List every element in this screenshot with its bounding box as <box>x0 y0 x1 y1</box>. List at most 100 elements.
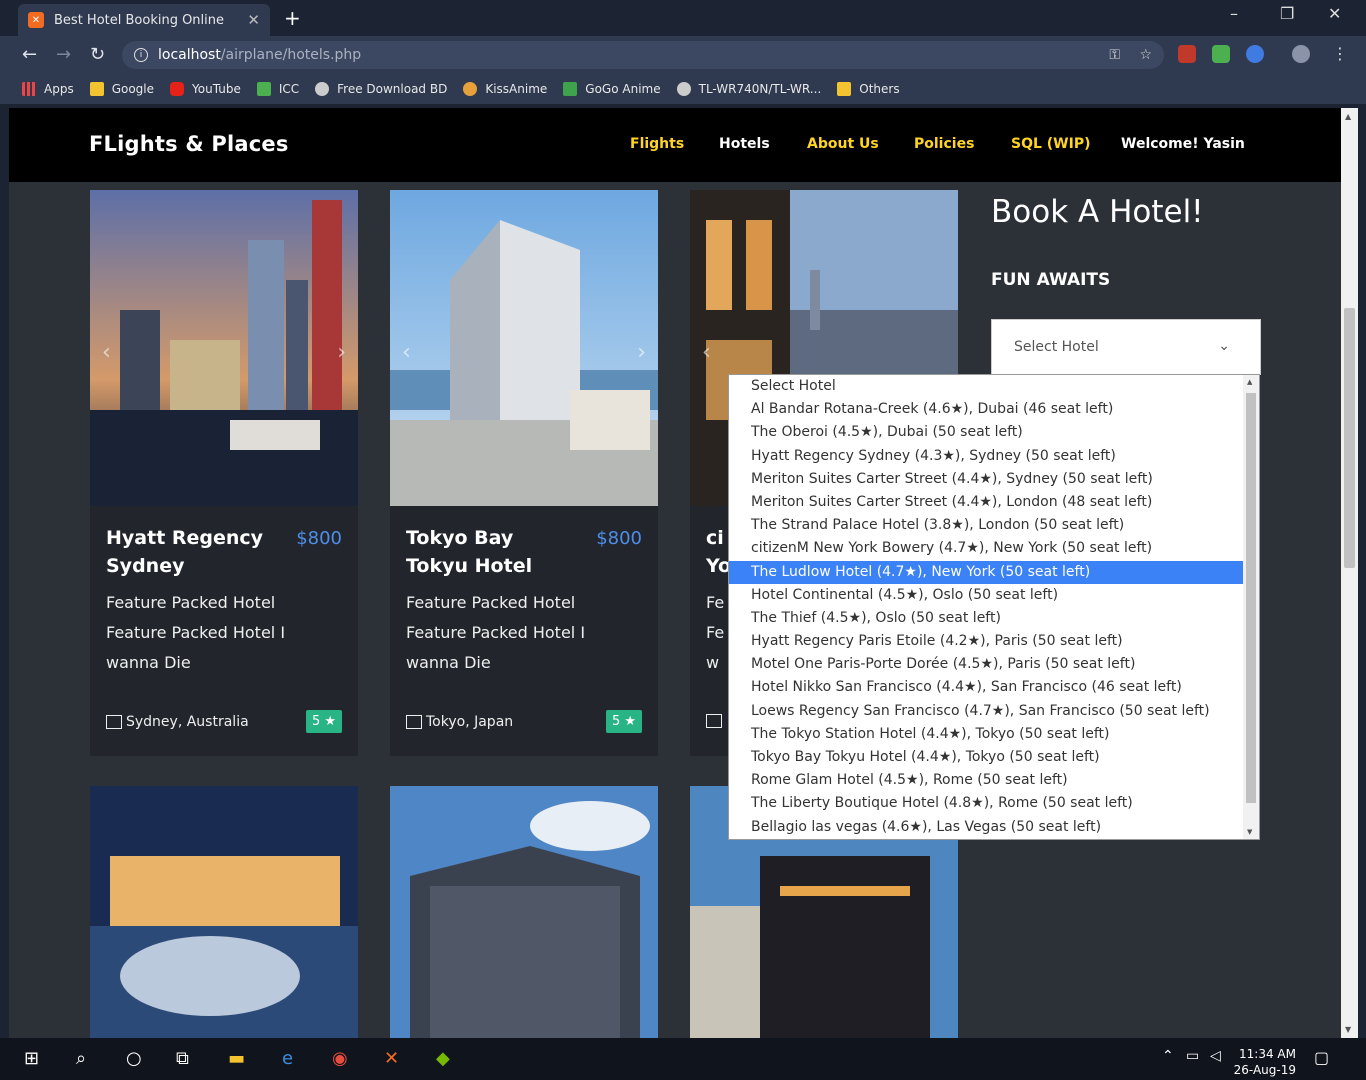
bookmark-gogoanime[interactable]: GoGo Anime <box>563 82 661 96</box>
close-window-icon[interactable]: ✕ <box>1328 4 1341 23</box>
scrollbar-thumb[interactable] <box>1344 308 1355 568</box>
pdf-extension-icon[interactable] <box>1178 45 1196 63</box>
dropdown-scrollbar-thumb[interactable] <box>1246 393 1256 803</box>
scroll-up-icon[interactable]: ▲ <box>1345 112 1351 121</box>
page-subtitle: FUN AWAITS <box>991 270 1111 290</box>
address-bar[interactable]: i localhost/airplane/hotels.php ⚿ ☆ <box>122 41 1164 69</box>
clock[interactable]: 11:34 AM 26-Aug-19 <box>1232 1046 1296 1078</box>
hotel-select[interactable]: Select Hotel ⌄ <box>991 319 1261 375</box>
carousel-prev-icon[interactable]: ‹ <box>702 340 711 365</box>
dropdown-option[interactable]: Hyatt Regency Sydney (4.3★), Sydney (50 … <box>729 445 1243 468</box>
search-icon[interactable]: ⌕ <box>76 1048 86 1069</box>
desc-fragment: w <box>706 653 720 672</box>
file-explorer-icon[interactable]: ▬ <box>228 1048 245 1069</box>
menu-dots-icon[interactable]: ⋮ <box>1332 44 1348 63</box>
nav-hotels[interactable]: Hotels <box>719 136 770 152</box>
minimize-icon[interactable]: – <box>1230 4 1238 23</box>
dropdown-option[interactable]: Al Bandar Rotana-Creek (4.6★), Dubai (46… <box>729 398 1243 421</box>
bookmark-icc[interactable]: ICC <box>256 82 299 96</box>
dropdown-option[interactable]: The Tokyo Station Hotel (4.4★), Tokyo (5… <box>729 723 1243 746</box>
new-tab-button[interactable]: + <box>284 6 301 30</box>
location-text: Sydney, Australia <box>126 714 249 730</box>
bookmark-free-download[interactable]: Free Download BD <box>315 82 447 96</box>
carousel-prev-icon[interactable]: ‹ <box>102 340 111 365</box>
sydney-skyline-image <box>90 190 358 506</box>
location-text: Tokyo, Japan <box>426 714 514 730</box>
hotel-price: $800 <box>296 528 342 549</box>
page-scrollbar[interactable]: ▲ ▼ <box>1341 108 1358 1038</box>
forward-arrow-icon[interactable]: → <box>56 44 71 65</box>
hotel-dropdown-list[interactable]: Select Hotel Al Bandar Rotana-Creek (4.6★… <box>728 374 1260 840</box>
dropdown-option[interactable]: Meriton Suites Carter Street (4.4★), Syd… <box>729 468 1243 491</box>
dropdown-option[interactable]: The Ludlow Hotel (4.7★), New York (50 se… <box>729 560 1243 584</box>
dropdown-option[interactable]: The Strand Palace Hotel (3.8★), London (… <box>729 514 1243 537</box>
xampp-icon[interactable]: ✕ <box>384 1048 399 1069</box>
dropdown-option[interactable]: Hyatt Regency Paris Etoile (4.2★), Paris… <box>729 630 1243 653</box>
dropdown-option[interactable]: Hotel Continental (4.5★), Oslo (50 seat … <box>729 584 1243 607</box>
carousel-next-icon[interactable]: › <box>637 340 646 365</box>
dropdown-option[interactable]: Bellagio las vegas (4.6★), Las Vegas (50… <box>729 816 1243 839</box>
gogoanime-icon <box>563 82 578 96</box>
scroll-down-icon[interactable]: ▼ <box>1247 828 1252 836</box>
nav-flights[interactable]: Flights <box>630 136 684 152</box>
site-brand[interactable]: FLights & Places <box>89 132 289 156</box>
dropdown-option[interactable]: Loews Regency San Francisco (4.7★), San … <box>729 700 1243 723</box>
nav-sql[interactable]: SQL (WIP) <box>1011 136 1091 152</box>
bookmark-kissanime[interactable]: KissAnime <box>463 82 547 96</box>
extension-c-icon[interactable] <box>1246 45 1264 63</box>
folder-icon <box>837 82 852 96</box>
profile-avatar[interactable] <box>1292 45 1310 63</box>
hotel-card: ‹ › Hyatt Regency Sydney $800 Feature Pa… <box>90 190 358 756</box>
chrome-icon[interactable]: ◉ <box>332 1048 348 1069</box>
volume-icon[interactable]: ◁ <box>1210 1048 1221 1064</box>
nav-policies[interactable]: Policies <box>914 136 974 152</box>
back-arrow-icon[interactable]: ← <box>22 44 37 65</box>
bookmark-star-icon[interactable]: ☆ <box>1139 47 1152 63</box>
notifications-icon[interactable]: ▢ <box>1314 1048 1329 1067</box>
windows-start-icon[interactable]: ⊞ <box>24 1048 39 1069</box>
browser-tab[interactable]: ✕ Best Hotel Booking Online ✕ <box>18 4 270 36</box>
bookmark-router[interactable]: TL-WR740N/TL-WR... <box>676 82 821 96</box>
nav-about-us[interactable]: About Us <box>807 136 879 152</box>
cortana-icon[interactable]: ○ <box>126 1048 142 1069</box>
desc-fragment: Fe <box>706 623 725 642</box>
info-icon[interactable]: i <box>134 48 148 62</box>
task-view-icon[interactable]: ⧉ <box>176 1048 189 1069</box>
carousel-prev-icon[interactable]: ‹ <box>402 340 411 365</box>
edge-icon[interactable]: e <box>282 1048 293 1069</box>
network-icon[interactable]: ▭ <box>1186 1048 1199 1064</box>
reload-icon[interactable]: ↻ <box>90 44 105 65</box>
nvidia-icon[interactable]: ◆ <box>436 1048 450 1069</box>
rating-badge: 5 ★ <box>305 710 342 733</box>
close-tab-icon[interactable]: ✕ <box>247 11 260 29</box>
key-icon[interactable]: ⚿ <box>1109 47 1120 63</box>
bookmark-youtube[interactable]: YouTube <box>170 82 241 96</box>
dropdown-option[interactable]: Tokyo Bay Tokyu Hotel (4.4★), Tokyo (50 … <box>729 746 1243 769</box>
dropdown-option[interactable]: Motel One Paris-Porte Dorée (4.5★), Pari… <box>729 653 1243 676</box>
dropdown-option[interactable]: The Liberty Boutique Hotel (4.8★), Rome … <box>729 792 1243 815</box>
bookmark-google[interactable]: Google <box>89 82 154 96</box>
dropdown-option[interactable]: citizenM New York Bowery (4.7★), New Yor… <box>729 537 1243 560</box>
chevron-down-icon: ⌄ <box>1218 338 1230 354</box>
scroll-down-icon[interactable]: ▼ <box>1345 1025 1351 1034</box>
desc-fragment: Fe <box>706 593 725 612</box>
carousel-next-icon[interactable]: › <box>337 340 346 365</box>
restore-icon[interactable]: ❐ <box>1280 4 1294 23</box>
dropdown-option[interactable]: Rome Glam Hotel (4.5★), Rome (50 seat le… <box>729 769 1243 792</box>
bookmark-apps[interactable]: Apps <box>22 82 74 96</box>
bookmark-label: Free Download BD <box>337 82 448 96</box>
dropdown-option[interactable]: Hotel Nikko San Francisco (4.4★), San Fr… <box>729 676 1243 699</box>
dropdown-option[interactable]: Select Hotel <box>729 375 1243 398</box>
extension-icon[interactable] <box>1212 45 1230 63</box>
scroll-up-icon[interactable]: ▲ <box>1247 378 1252 386</box>
hotel-location <box>706 714 726 728</box>
window-border <box>1358 108 1366 1038</box>
dropdown-option[interactable]: Meriton Suites Carter Street (4.4★), Lon… <box>729 491 1243 514</box>
dropdown-option[interactable]: The Thief (4.5★), Oslo (50 seat left) <box>729 607 1243 630</box>
bookmark-others[interactable]: Others <box>837 82 900 96</box>
dropdown-scrollbar[interactable]: ▲ ▼ <box>1243 375 1259 839</box>
tray-chevron-icon[interactable]: ⌃ <box>1162 1048 1174 1064</box>
dropdown-option[interactable]: The Oberoi (4.5★), Dubai (50 seat left) <box>729 421 1243 444</box>
nav-welcome-user[interactable]: Welcome! Yasin <box>1121 136 1245 152</box>
tokyo-hotel-image <box>390 190 658 506</box>
